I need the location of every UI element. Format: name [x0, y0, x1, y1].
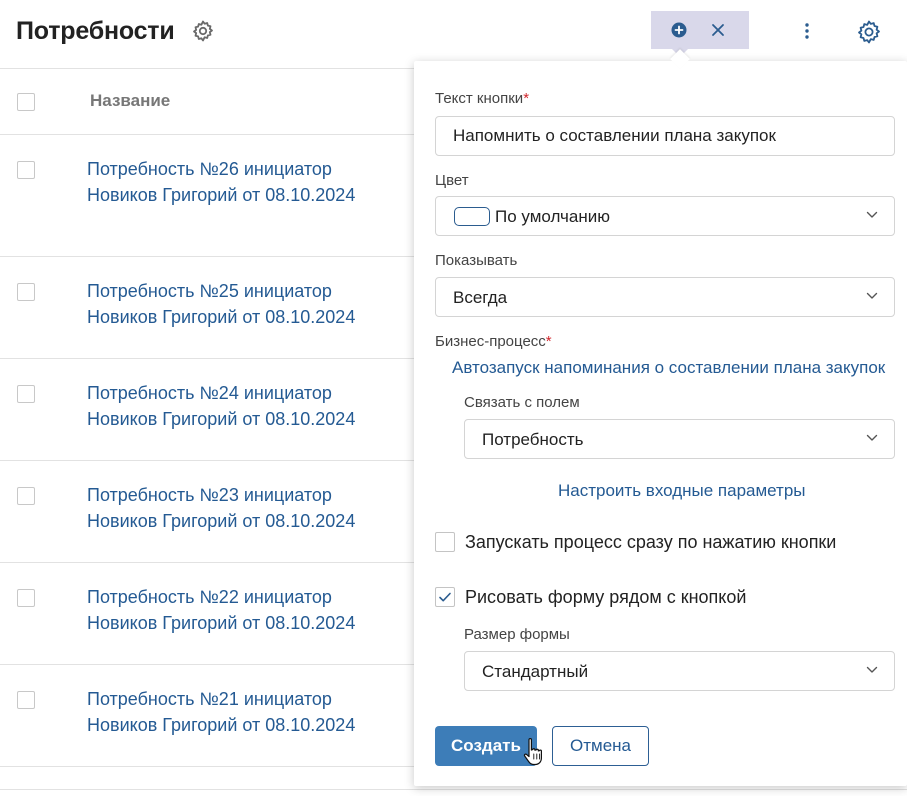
- link-field-select[interactable]: Потребность: [464, 419, 895, 459]
- run-immediately-label[interactable]: Запускать процесс сразу по нажатию кнопк…: [465, 532, 836, 553]
- row-link[interactable]: Потребность №26 инициатор Новиков Григор…: [87, 156, 387, 208]
- draw-form-label[interactable]: Рисовать форму рядом с кнопкой: [465, 587, 746, 608]
- row-link-line1[interactable]: Потребность №25 инициатор: [87, 278, 387, 304]
- create-button[interactable]: Создать: [435, 726, 537, 766]
- select-all-checkbox[interactable]: [17, 93, 35, 111]
- row-checkbox[interactable]: [17, 161, 35, 179]
- show-select-value: Всегда: [453, 288, 508, 307]
- row-checkbox[interactable]: [17, 589, 35, 607]
- business-process-label-text: Бизнес-процесс: [435, 333, 546, 350]
- row-link[interactable]: Потребность №24 инициатор Новиков Григор…: [87, 380, 387, 432]
- row-link-line1[interactable]: Потребность №23 инициатор: [87, 482, 387, 508]
- row-checkbox[interactable]: [17, 691, 35, 709]
- row-checkbox[interactable]: [17, 385, 35, 403]
- row-checkbox[interactable]: [17, 487, 35, 505]
- show-select[interactable]: Всегда: [435, 277, 895, 317]
- column-header-name[interactable]: Название: [90, 91, 170, 111]
- table-bottom-divider: [0, 789, 907, 790]
- draw-form-checkbox[interactable]: [435, 587, 455, 607]
- more-vertical-icon[interactable]: [797, 19, 817, 43]
- chevron-down-icon: [866, 434, 878, 441]
- color-label: Цвет: [435, 172, 469, 189]
- row-link[interactable]: Потребность №25 инициатор Новиков Григор…: [87, 278, 387, 330]
- link-field-label: Связать с полем: [464, 394, 580, 411]
- row-link[interactable]: Потребность №23 инициатор Новиков Григор…: [87, 482, 387, 534]
- form-size-label: Размер формы: [464, 626, 570, 643]
- color-swatch: [454, 207, 490, 226]
- chevron-down-icon: [866, 292, 878, 299]
- row-link-line1[interactable]: Потребность №26 инициатор: [87, 156, 387, 182]
- button-text-input[interactable]: [435, 116, 895, 156]
- form-size-select[interactable]: Стандартный: [464, 651, 895, 691]
- button-text-label: Текст кнопки*: [435, 90, 529, 107]
- show-label: Показывать: [435, 252, 518, 269]
- cancel-button[interactable]: Отмена: [552, 726, 649, 766]
- checkmark-icon: [439, 592, 451, 602]
- color-select[interactable]: По умолчанию: [435, 196, 895, 236]
- button-text-label-text: Текст кнопки: [435, 90, 524, 107]
- chevron-down-icon: [866, 666, 878, 673]
- row-link-line1[interactable]: Потребность №24 инициатор: [87, 380, 387, 406]
- row-link-line1[interactable]: Потребность №22 инициатор: [87, 584, 387, 610]
- row-link-line2[interactable]: Новиков Григорий от 08.10.2024: [87, 406, 387, 432]
- run-immediately-checkbox[interactable]: [435, 532, 455, 552]
- row-link-line2[interactable]: Новиков Григорий от 08.10.2024: [87, 182, 387, 208]
- row-link-line2[interactable]: Новиков Григорий от 08.10.2024: [87, 508, 387, 534]
- row-link[interactable]: Потребность №21 инициатор Новиков Григор…: [87, 686, 387, 738]
- row-link-line1[interactable]: Потребность №21 инициатор: [87, 686, 387, 712]
- settings-gear-icon[interactable]: [856, 19, 882, 45]
- row-link-line2[interactable]: Новиков Григорий от 08.10.2024: [87, 304, 387, 330]
- row-link[interactable]: Потребность №22 инициатор Новиков Григор…: [87, 584, 387, 636]
- row-link-line2[interactable]: Новиков Григорий от 08.10.2024: [87, 712, 387, 738]
- row-checkbox[interactable]: [17, 283, 35, 301]
- required-mark: *: [523, 90, 530, 107]
- business-process-label: Бизнес-процесс*: [435, 333, 552, 350]
- gear-icon[interactable]: [191, 19, 215, 43]
- toolbar-button-group: [651, 11, 749, 49]
- form-size-select-value: Стандартный: [482, 662, 589, 681]
- color-select-value: По умолчанию: [495, 207, 610, 226]
- page-title: Потребности: [16, 17, 175, 45]
- link-field-select-value: Потребность: [482, 430, 584, 449]
- plus-circle-icon[interactable]: [671, 22, 687, 38]
- required-mark: *: [545, 333, 552, 350]
- close-icon[interactable]: [711, 23, 725, 37]
- configure-input-params-link[interactable]: Настроить входные параметры: [558, 481, 806, 501]
- chevron-down-icon: [866, 211, 878, 218]
- business-process-link[interactable]: Автозапуск напоминания о составлении пла…: [452, 358, 885, 378]
- button-settings-popup: Текст кнопки* Цвет По умолчанию Показыва…: [414, 61, 907, 786]
- row-link-line2[interactable]: Новиков Григорий от 08.10.2024: [87, 610, 387, 636]
